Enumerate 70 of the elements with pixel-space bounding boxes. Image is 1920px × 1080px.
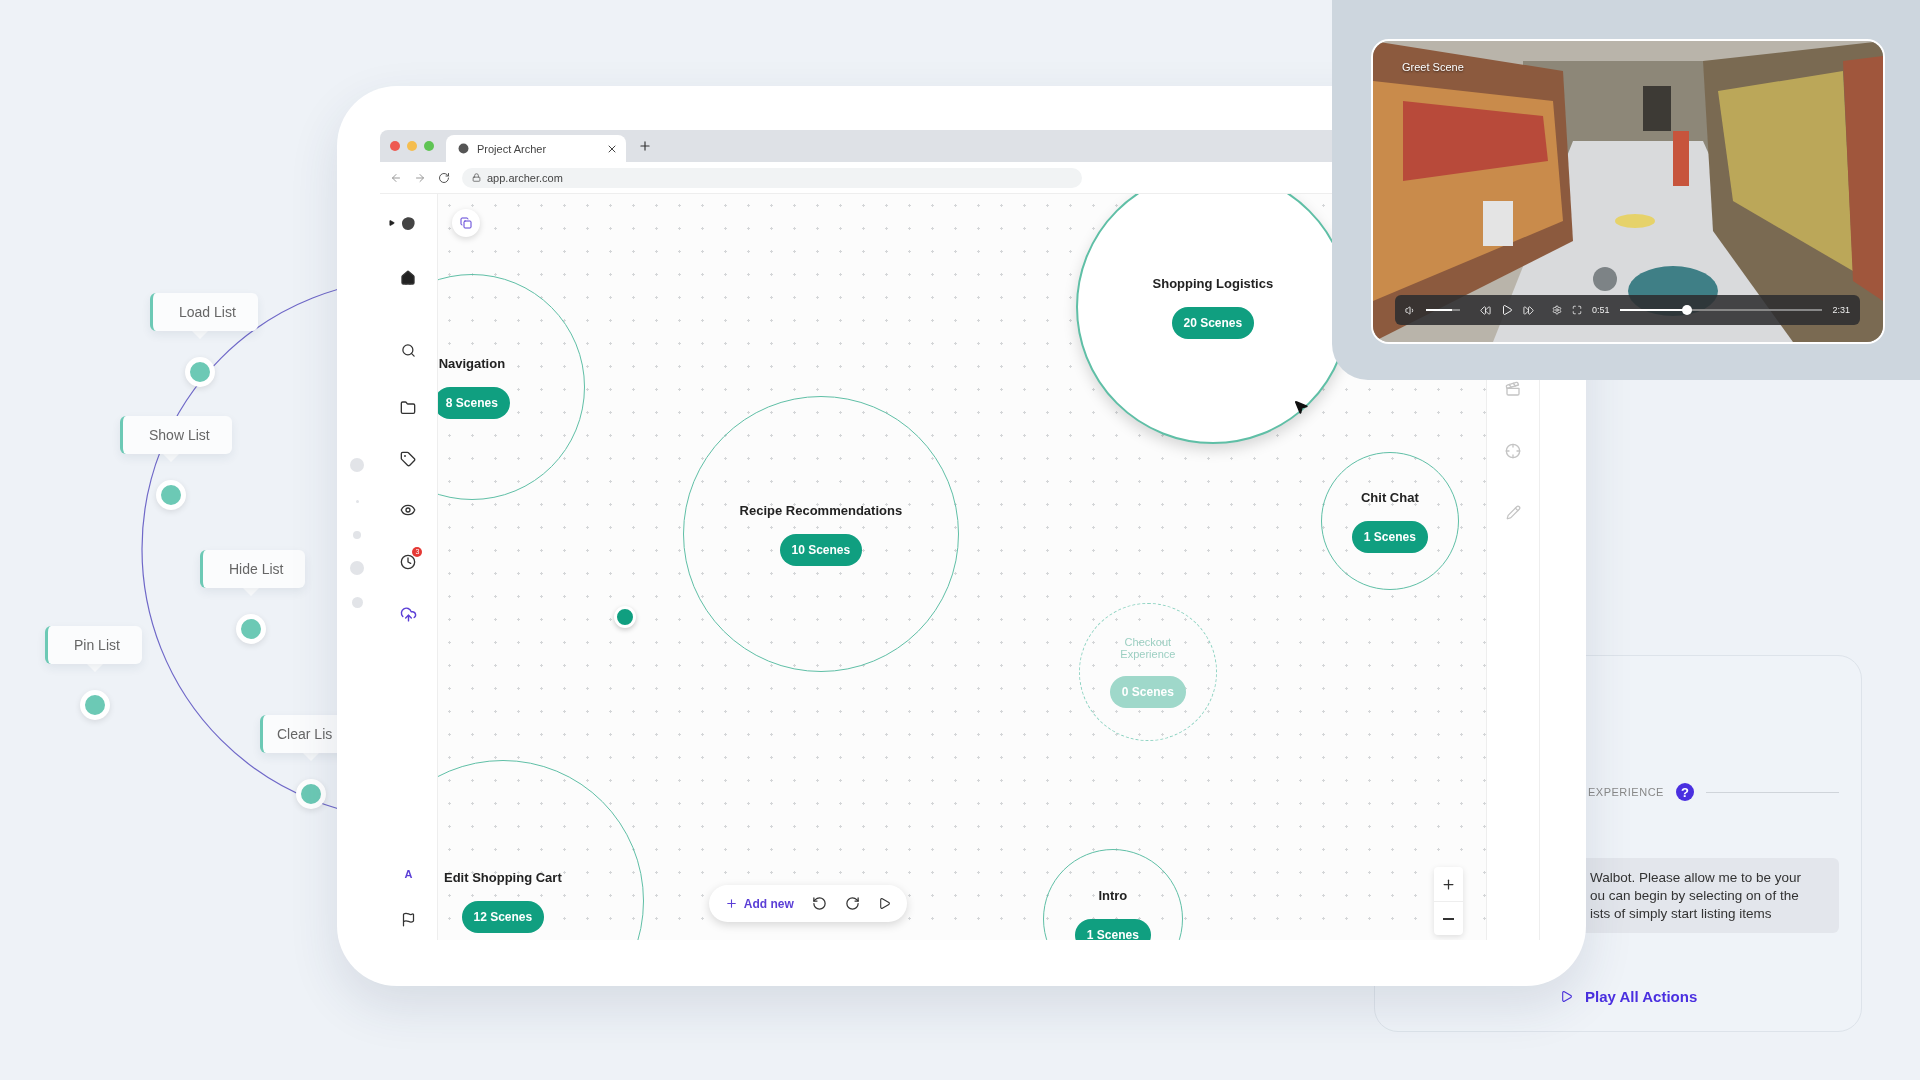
logo-icon [458,143,469,154]
fast-forward-icon[interactable] [1523,304,1534,316]
message-line: ou can begin by selecting on of the [1590,888,1800,903]
copy-icon [459,217,472,229]
current-time: 0:51 [1592,305,1610,315]
scene-count-badge: 10 Scenes [779,533,863,566]
indicator-dot [350,561,364,575]
lock-icon [472,173,481,182]
add-new-button[interactable]: Add new [724,896,794,911]
minus-icon [1442,917,1454,920]
node-title: Navigation [437,355,507,371]
settings-icon[interactable] [1552,305,1562,315]
section-label: EXPERIENCE [1588,786,1664,798]
indicator-dot [353,531,361,539]
node-title: Shopping Logistics [1151,275,1275,291]
play-icon [1560,990,1573,1003]
play-button[interactable] [877,897,891,910]
avatar-letter[interactable]: A [404,868,413,880]
play-icon[interactable] [1501,304,1513,316]
url-text: app.archer.com [487,171,563,184]
message-line: Walbot. Please allow me to be your [1590,870,1803,885]
action-label: Pin List [45,626,142,664]
node-title: Chit Chat [1359,489,1420,505]
fullscreen-icon[interactable] [1572,305,1582,315]
message-line: ists of simply start listing items [1590,906,1773,921]
label-pointer [87,664,103,672]
reload-icon[interactable] [438,171,450,184]
label-pointer [303,753,319,761]
label-pointer [243,588,259,596]
undo-button[interactable] [811,896,827,911]
close-window-button[interactable] [390,141,400,151]
node-title: Intro [1097,887,1129,903]
action-node[interactable] [236,614,266,644]
scene-count-badge: 1 Scenes [1074,918,1151,940]
indicator-dot [350,458,364,472]
caret-icon[interactable] [389,220,396,226]
scene-count-badge: 8 Scenes [437,386,510,419]
scene-count-badge: 0 Scenes [1109,676,1186,708]
node-title: Checkout Experience [1119,636,1177,660]
logo-icon [399,214,418,232]
label-pointer [163,454,179,462]
scene-title: Greet Scene [1402,61,1464,73]
tab-title: Project Archer [477,142,548,155]
action-node[interactable] [80,690,110,720]
plus-icon [724,897,738,910]
action-node[interactable] [185,357,215,387]
action-label: Show List [120,416,232,454]
help-icon[interactable]: ? [1675,783,1694,801]
progress-thumb[interactable] [1681,305,1692,315]
action-label: Load List [150,293,258,331]
label-pointer [192,331,208,339]
new-tab-icon[interactable] [638,139,652,153]
duration: 2:31 [1832,305,1850,315]
redo-button[interactable] [844,896,860,911]
node-title: Edit Shopping Cart [443,869,563,885]
scene-count-badge: 12 Scenes [461,900,545,933]
action-label: Hide List [200,550,306,588]
action-node[interactable] [296,779,326,809]
plus-icon [1440,876,1456,892]
action-node[interactable] [156,480,186,510]
address-bar[interactable]: app.archer.com [462,167,1082,188]
indicator-dot [351,596,363,608]
rewind-icon[interactable] [1480,304,1491,316]
play-all-actions-button[interactable]: Play All Actions [1560,988,1698,1005]
volume-icon[interactable] [1405,304,1416,316]
scene-count-badge: 1 Scenes [1351,520,1428,553]
node-title: Recipe Recommendations [738,502,904,518]
browser-tab[interactable]: Project Archer [446,135,626,162]
cursor-icon [1292,399,1309,415]
scene-count-badge: 20 Scenes [1171,306,1255,339]
